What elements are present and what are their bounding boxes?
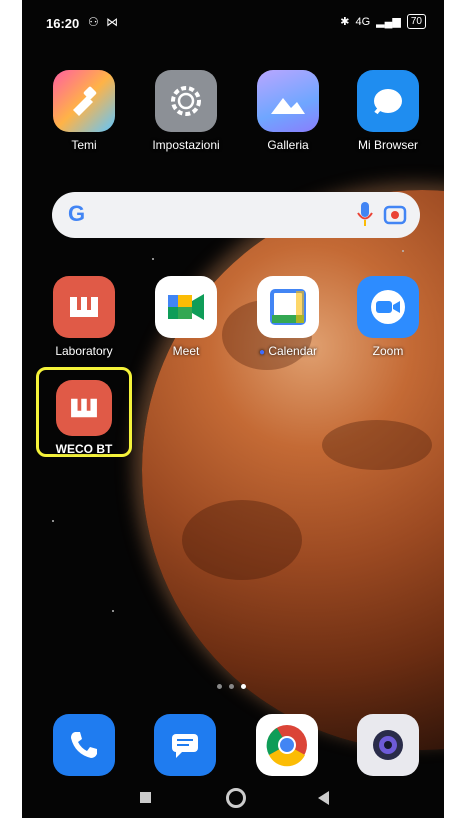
network-type: 4G [355, 15, 371, 28]
app-label: Laboratory [55, 344, 113, 358]
new-badge-dot: ● [258, 347, 265, 358]
camera-icon[interactable] [357, 714, 419, 776]
bluetooth-icon: ✱ [340, 16, 350, 28]
phone-icon[interactable] [53, 714, 115, 776]
weco-logo-icon [53, 276, 115, 338]
app-mi-browser[interactable]: Mi Browser [348, 70, 428, 152]
messages-icon[interactable] [154, 714, 216, 776]
app-label: Galleria [267, 138, 309, 152]
google-meet-icon [155, 276, 217, 338]
status-bar: 16:20 ⚇ ⋈ ✱ 4G ▂▄▆ 70 [22, 0, 444, 40]
star [112, 610, 114, 612]
status-time: 16:20 [46, 16, 80, 31]
microphone-icon[interactable] [357, 202, 373, 228]
notification-icons: ⚇ ⋈ [88, 15, 121, 29]
weco-logo-icon [56, 380, 112, 436]
star [152, 258, 154, 260]
app-label: Zoom [372, 344, 404, 358]
app-label-text: Calendar [268, 344, 318, 358]
app-label: WECO BT [55, 442, 113, 456]
google-logo-icon: G [68, 201, 86, 226]
signal-icon: ▂▄▆ [376, 16, 401, 28]
app-temi[interactable]: Temi [44, 70, 124, 152]
zoom-camera-icon [357, 276, 419, 338]
recents-button[interactable] [140, 792, 151, 803]
status-right: ✱ 4G ▂▄▆ 70 [340, 14, 426, 29]
navigation-bar [22, 782, 444, 818]
app-calendar[interactable]: ● Calendar [248, 276, 328, 358]
app-label: Mi Browser [357, 138, 418, 152]
google-calendar-icon [257, 276, 319, 338]
google-search-bar[interactable]: G [52, 192, 420, 238]
mars-crater [182, 500, 302, 580]
phone-screen: 16:20 ⚇ ⋈ ✱ 4G ▂▄▆ 70 Temi Impostazioni … [22, 0, 444, 818]
app-label: Meet [172, 344, 200, 358]
battery-level: 70 [406, 14, 426, 29]
mars-wallpaper [142, 190, 444, 750]
gallery-icon [257, 70, 319, 132]
app-galleria[interactable]: Galleria [248, 70, 328, 152]
back-button[interactable] [318, 791, 329, 805]
app-weco-bt[interactable]: WECO BT [44, 380, 124, 456]
star [402, 250, 404, 252]
chrome-icon[interactable] [256, 714, 318, 776]
page-dot[interactable] [229, 684, 234, 689]
app-label: ● Calendar [248, 344, 328, 358]
app-label: Impostazioni [152, 138, 220, 152]
mars-crater [322, 420, 432, 470]
app-impostazioni[interactable]: Impostazioni [146, 70, 226, 152]
app-laboratory[interactable]: Laboratory [44, 276, 124, 358]
google-lens-icon[interactable] [382, 202, 408, 228]
browser-icon [357, 70, 419, 132]
star [52, 520, 54, 522]
page-indicator [217, 684, 246, 689]
app-zoom[interactable]: Zoom [348, 276, 428, 358]
home-button[interactable] [226, 788, 246, 808]
page-dot[interactable] [217, 684, 222, 689]
app-label: Temi [71, 138, 97, 152]
app-meet[interactable]: Meet [146, 276, 226, 358]
settings-gear-icon [155, 70, 217, 132]
page-dot-active[interactable] [241, 684, 246, 689]
theme-brush-icon [53, 70, 115, 132]
